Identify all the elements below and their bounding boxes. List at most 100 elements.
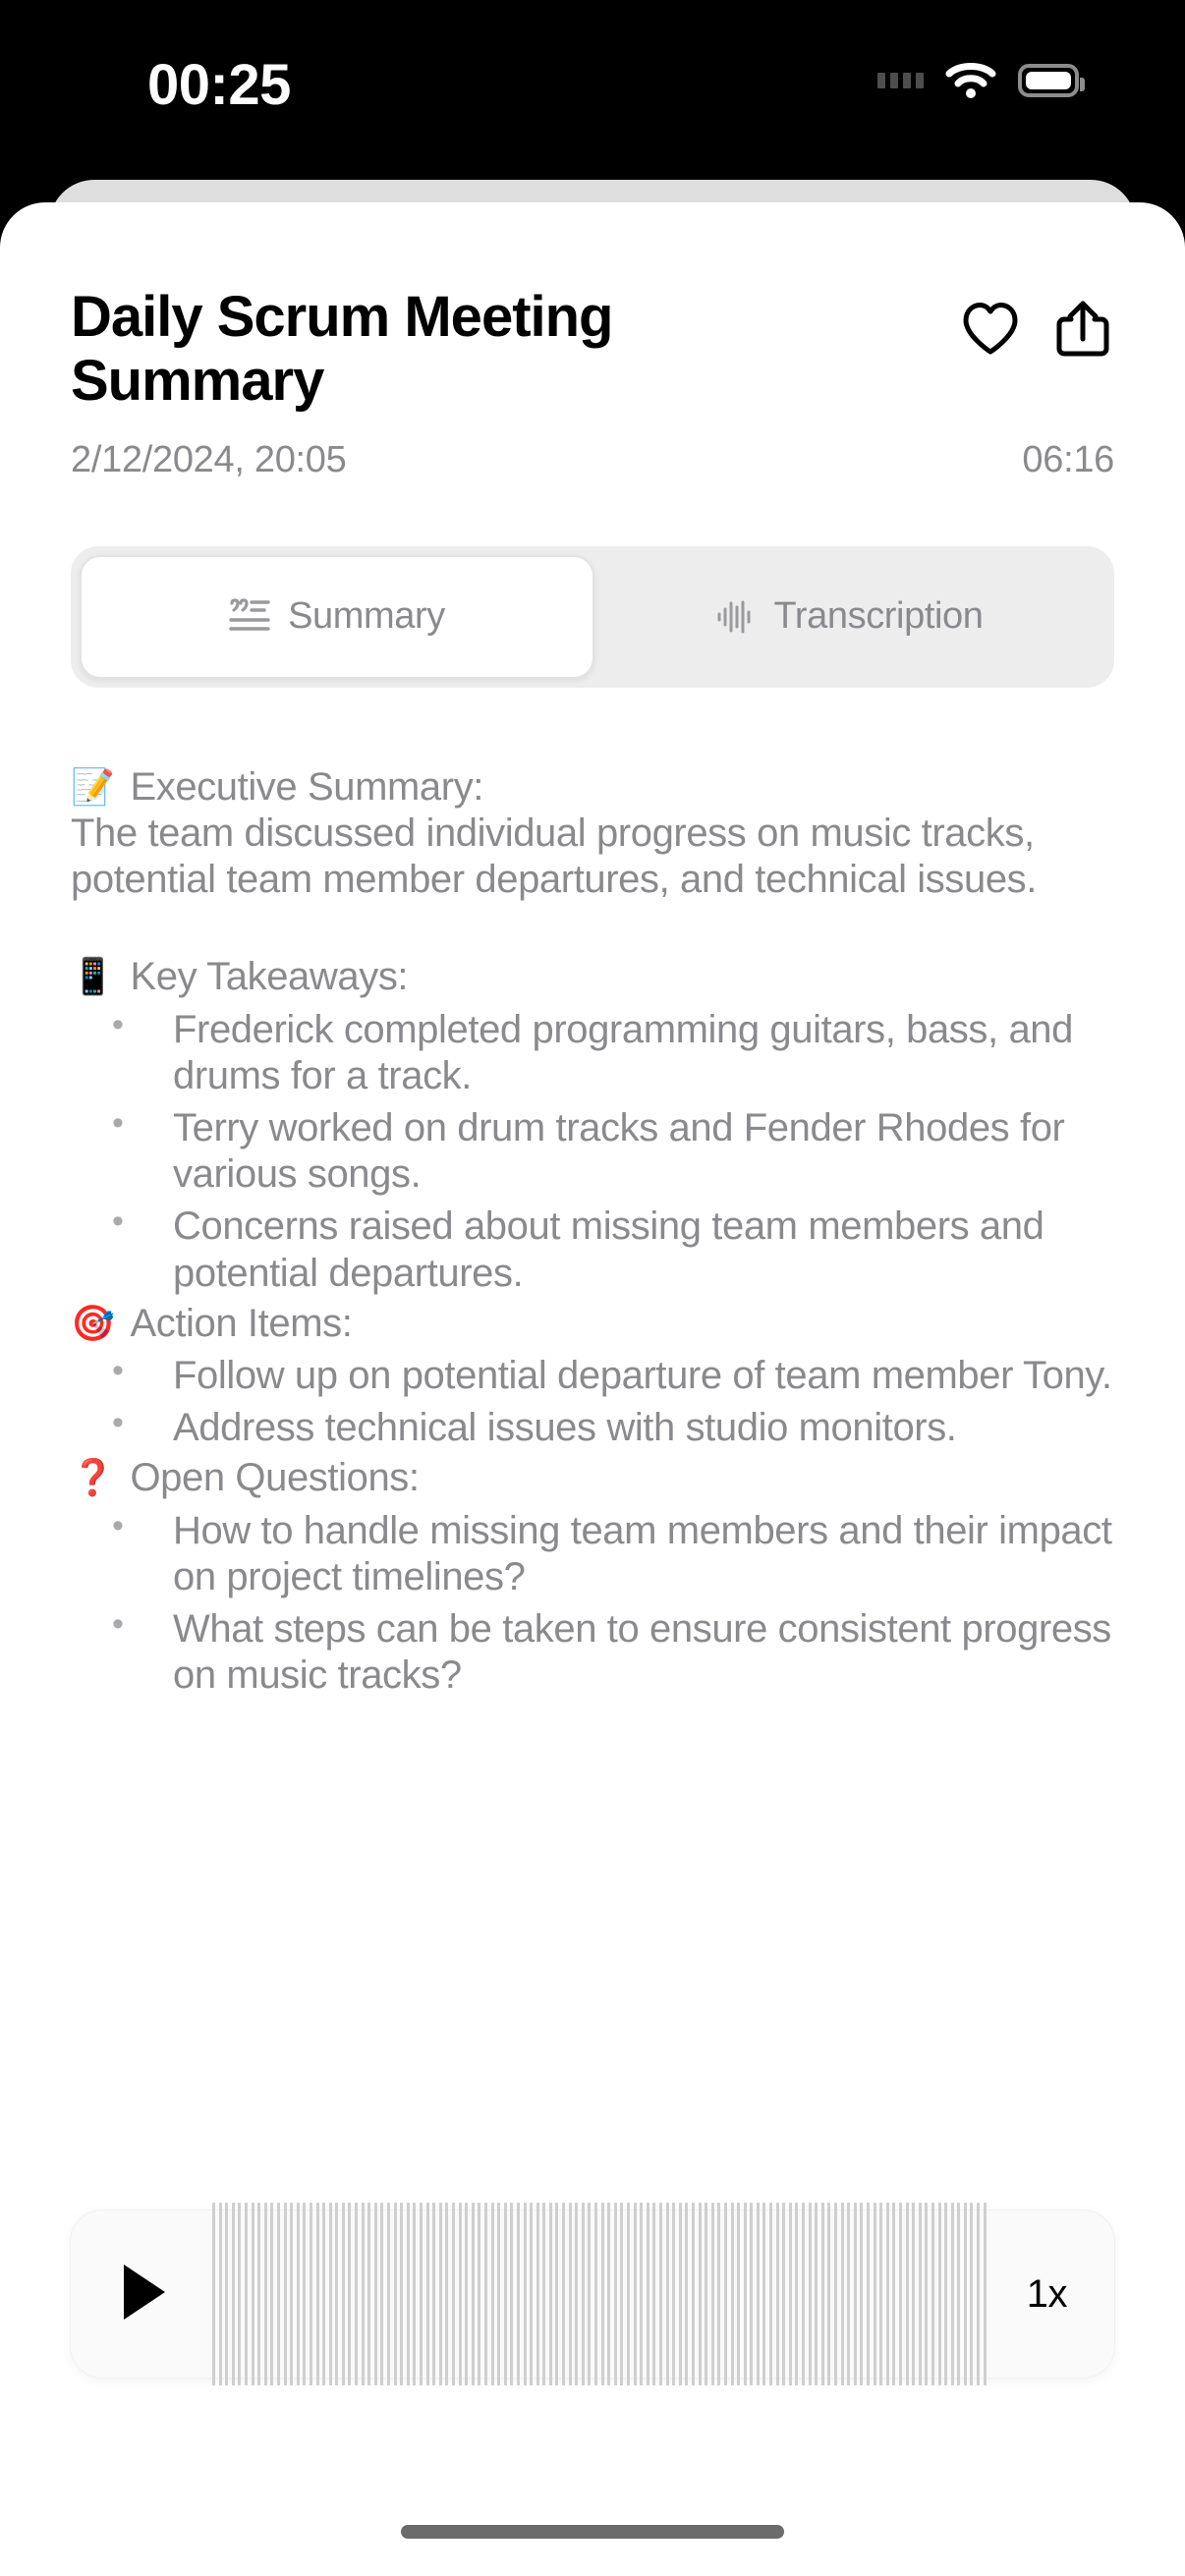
waveform-bar bbox=[373, 2203, 377, 2385]
waveform-bar bbox=[665, 2203, 669, 2385]
sheet-header: Daily Scrum Meeting Summary 2/12/2024, 2… bbox=[0, 202, 1185, 481]
title-row: Daily Scrum Meeting Summary bbox=[71, 285, 1114, 414]
home-indicator[interactable] bbox=[401, 2525, 784, 2539]
signal-dots-icon bbox=[877, 73, 924, 88]
waveform-bar bbox=[730, 2203, 734, 2385]
waveform-bar bbox=[413, 2203, 417, 2385]
waveform-bar bbox=[873, 2203, 876, 2385]
waveform-bar bbox=[607, 2203, 611, 2385]
waveform-bar bbox=[341, 2203, 345, 2385]
waveform-bar bbox=[802, 2203, 806, 2385]
list-item: What steps can be taken to ensure consis… bbox=[71, 1604, 1114, 1699]
waveform-bar bbox=[977, 2203, 981, 2385]
dart-target-emoji: 🎯 bbox=[71, 1302, 115, 1343]
section-heading-label: Action Items: bbox=[130, 1301, 353, 1345]
tab-summary-label: Summary bbox=[288, 595, 445, 638]
section-open-questions: ❓ Open Questions: How to handle missing … bbox=[71, 1455, 1114, 1699]
waveform-bar bbox=[335, 2203, 339, 2385]
mobile-phone-emoji: 📱 bbox=[71, 956, 115, 997]
waveform-bar bbox=[400, 2203, 404, 2385]
list-item: Address technical issues with studio mon… bbox=[71, 1403, 1114, 1451]
waveform-bar bbox=[478, 2203, 481, 2385]
waveform-bar bbox=[762, 2203, 766, 2385]
waveform-bar bbox=[594, 2203, 598, 2385]
section-heading: 🎯 Action Items: bbox=[71, 1301, 1114, 1347]
waveform-bar bbox=[847, 2203, 851, 2385]
waveform-bar bbox=[879, 2203, 883, 2385]
section-heading-label: Key Takeaways: bbox=[130, 955, 409, 999]
summary-content: 📝 Executive Summary: The team discussed … bbox=[0, 688, 1185, 1699]
waveform-bar bbox=[788, 2203, 792, 2385]
waveform-bar bbox=[548, 2203, 552, 2385]
waveform-bar bbox=[950, 2203, 954, 2385]
waveform-bar bbox=[743, 2203, 747, 2385]
tab-summary[interactable]: Summary bbox=[80, 554, 594, 679]
waveform-bar bbox=[290, 2203, 294, 2385]
waveform-bar bbox=[458, 2203, 462, 2385]
waveform-bar bbox=[510, 2203, 514, 2385]
waveform-bar bbox=[652, 2203, 656, 2385]
waveform-bar bbox=[465, 2203, 469, 2385]
waveform-bar bbox=[497, 2203, 501, 2385]
waveform-bar bbox=[756, 2203, 760, 2385]
waveform-bar bbox=[562, 2203, 566, 2385]
waveform-bar bbox=[406, 2203, 410, 2385]
battery-full-icon bbox=[1018, 64, 1085, 97]
share-icon[interactable] bbox=[1051, 298, 1114, 361]
waveform-bar bbox=[218, 2203, 222, 2385]
waveform-bar bbox=[808, 2203, 812, 2385]
waveform-bar bbox=[775, 2203, 779, 2385]
waveform-bar bbox=[276, 2203, 280, 2385]
audio-player: 1x bbox=[71, 2203, 1114, 2385]
waveform-bar bbox=[503, 2203, 507, 2385]
waveform-bar bbox=[244, 2203, 248, 2385]
waveform-bar bbox=[251, 2203, 254, 2385]
waveform-bar bbox=[471, 2203, 475, 2385]
waveform-bar bbox=[782, 2203, 786, 2385]
waveform-bar bbox=[640, 2203, 644, 2385]
section-key-takeaways: 📱 Key Takeaways: Frederick completed pro… bbox=[71, 954, 1114, 1296]
waveform-bar bbox=[937, 2203, 941, 2385]
waveform-bar bbox=[581, 2203, 585, 2385]
waveform-bar bbox=[231, 2203, 235, 2385]
waveform-bar bbox=[387, 2203, 391, 2385]
tab-transcription-label: Transcription bbox=[773, 595, 984, 638]
waveform-bar bbox=[451, 2203, 455, 2385]
list-item: Follow up on potential departure of team… bbox=[71, 1351, 1114, 1399]
waveform-bar bbox=[355, 2203, 359, 2385]
waveform-bar bbox=[322, 2203, 326, 2385]
playback-speed-button[interactable]: 1x bbox=[1027, 2272, 1068, 2317]
waveform-bar bbox=[717, 2203, 721, 2385]
section-heading-label: Open Questions: bbox=[130, 1456, 420, 1500]
tab-transcription[interactable]: Transcription bbox=[594, 555, 1105, 679]
waveform-bar bbox=[542, 2203, 546, 2385]
status-bar-indicators bbox=[877, 61, 1085, 100]
section-heading: 📝 Executive Summary: bbox=[71, 764, 1114, 811]
waveform-bar bbox=[530, 2203, 534, 2385]
waveform-bar bbox=[866, 2203, 870, 2385]
waveform-bar bbox=[296, 2203, 300, 2385]
audio-waveform-scrubber[interactable] bbox=[212, 2201, 988, 2387]
play-icon[interactable] bbox=[118, 2262, 169, 2327]
waveform-bar bbox=[309, 2203, 312, 2385]
red-question-mark-emoji: ❓ bbox=[71, 1457, 115, 1498]
waveform-bar bbox=[646, 2203, 649, 2385]
heart-icon[interactable] bbox=[959, 298, 1022, 361]
waveform-bar bbox=[575, 2203, 579, 2385]
waveform-bar bbox=[957, 2203, 961, 2385]
waveform-bar bbox=[393, 2203, 397, 2385]
waveform-bar bbox=[633, 2203, 637, 2385]
waveform-bar bbox=[723, 2203, 727, 2385]
waveform-bar bbox=[820, 2203, 824, 2385]
waveform-bar bbox=[225, 2203, 229, 2385]
waveform-bar bbox=[212, 2203, 215, 2385]
waveform-bar bbox=[672, 2203, 676, 2385]
waveform-icon bbox=[716, 597, 756, 637]
waveform-bar bbox=[815, 2203, 818, 2385]
waveform-bar bbox=[600, 2203, 604, 2385]
status-bar: 00:25 bbox=[0, 0, 1185, 182]
section-action-items: 🎯 Action Items: Follow up on potential d… bbox=[71, 1301, 1114, 1452]
waveform-bar bbox=[613, 2203, 617, 2385]
waveform-bar bbox=[238, 2203, 242, 2385]
recording-duration: 06:16 bbox=[1022, 438, 1114, 480]
